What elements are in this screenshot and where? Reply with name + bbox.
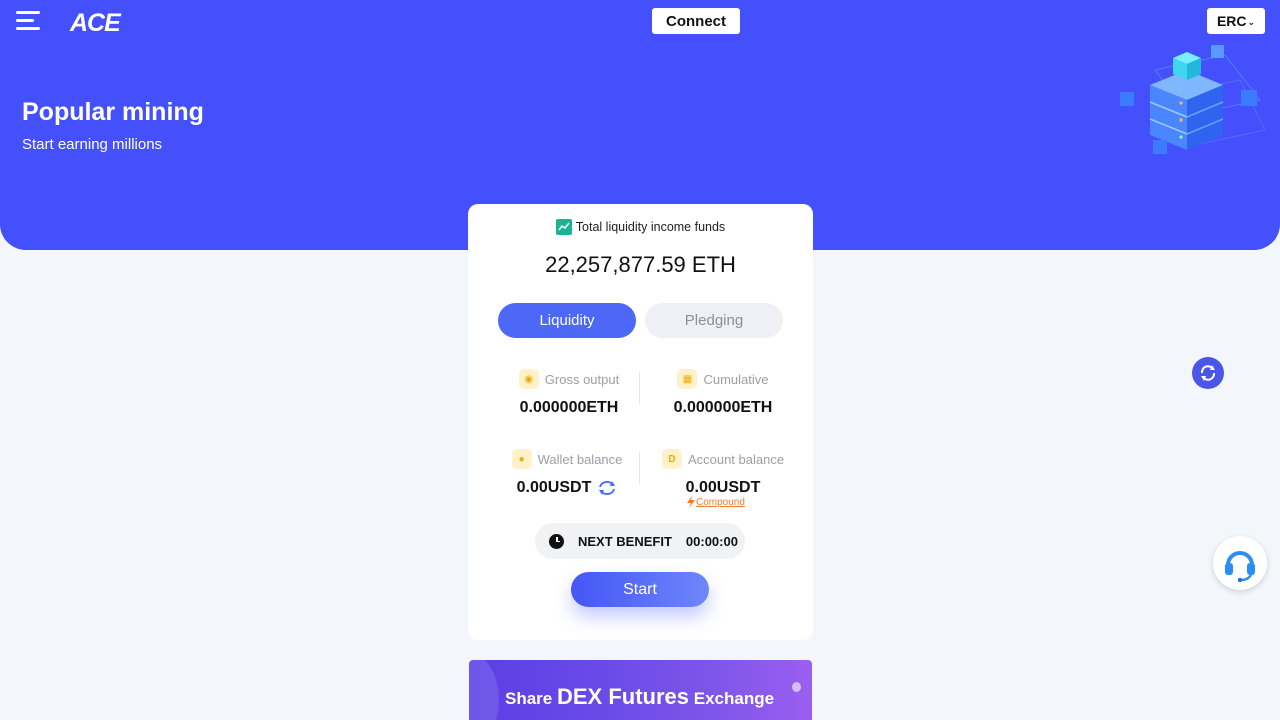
sync-icon — [1200, 365, 1216, 381]
cumulative-stat: ▦ Cumulative 0.000000ETH — [648, 369, 798, 417]
coins-stack-icon: ▦ — [677, 369, 698, 389]
banner-decoration — [469, 660, 499, 720]
connect-button[interactable]: Connect — [652, 8, 740, 34]
chevron-down-icon: ⌄ — [1247, 17, 1256, 27]
hero-subtitle: Start earning millions — [22, 136, 163, 153]
next-benefit-pill: NEXT BENEFIT 00:00:00 — [535, 523, 745, 559]
tab-liquidity[interactable]: Liquidity — [498, 303, 636, 338]
wallet-balance-value: 0.00USDT — [516, 479, 592, 496]
account-balance-label: Account balance — [687, 451, 785, 467]
wallet-icon: ● — [511, 449, 532, 469]
clock-icon — [549, 533, 564, 549]
chain-label: ERC — [1216, 13, 1247, 29]
banner-dot — [792, 682, 801, 692]
tab-pledging[interactable]: Pledging — [645, 303, 783, 338]
hero-title: Popular mining — [22, 98, 204, 126]
cumulative-label: Cumulative — [703, 371, 769, 387]
refresh-icon[interactable] — [597, 479, 617, 497]
start-button[interactable]: Start — [571, 572, 709, 607]
headset-icon — [1225, 551, 1255, 583]
lightning-icon — [687, 496, 695, 508]
gross-output-label: Gross output — [544, 371, 620, 387]
sync-float-button[interactable] — [1192, 357, 1224, 389]
banner-prefix: Share — [505, 689, 553, 708]
account-icon: D — [661, 449, 682, 469]
total-liquidity-value: 22,257,877.59 ETH — [545, 252, 736, 277]
compound-link[interactable]: Compound — [686, 496, 745, 508]
next-benefit-label: NEXT BENEFIT — [578, 533, 672, 549]
compound-label: Compound — [696, 496, 745, 508]
banner-highlight: DEX Futures — [556, 684, 690, 709]
support-button[interactable] — [1213, 536, 1267, 590]
coin-icon: ◉ — [518, 369, 539, 389]
divider — [639, 452, 640, 484]
chart-icon — [555, 219, 572, 235]
promo-banner[interactable]: Share DEX Futures Exchange — [469, 660, 812, 720]
account-balance-value: 0.00USDT — [685, 479, 761, 496]
total-liquidity-label: Total liquidity income funds — [575, 220, 726, 234]
chain-selector[interactable]: ERC ⌄ — [1207, 8, 1265, 34]
account-balance-stat: D Account balance 0.00USDT — [648, 449, 798, 497]
wallet-balance-stat: ● Wallet balance 0.00USDT — [492, 449, 642, 497]
logo[interactable]: ACE — [70, 9, 121, 38]
server-illustration-icon — [1120, 45, 1265, 154]
total-liquidity-header: Total liquidity income funds — [468, 219, 813, 235]
banner-text: Share DEX Futures Exchange — [505, 684, 774, 710]
menu-icon[interactable] — [16, 11, 42, 31]
wallet-balance-label: Wallet balance — [537, 451, 623, 467]
next-benefit-timer: 00:00:00 — [685, 533, 738, 549]
mining-card: Total liquidity income funds 22,257,877.… — [468, 204, 813, 640]
cumulative-value: 0.000000ETH — [673, 399, 773, 416]
gross-output-stat: ◉ Gross output 0.000000ETH — [494, 369, 644, 417]
gross-output-value: 0.000000ETH — [519, 399, 619, 416]
banner-suffix: Exchange — [693, 689, 775, 708]
divider — [639, 372, 640, 404]
